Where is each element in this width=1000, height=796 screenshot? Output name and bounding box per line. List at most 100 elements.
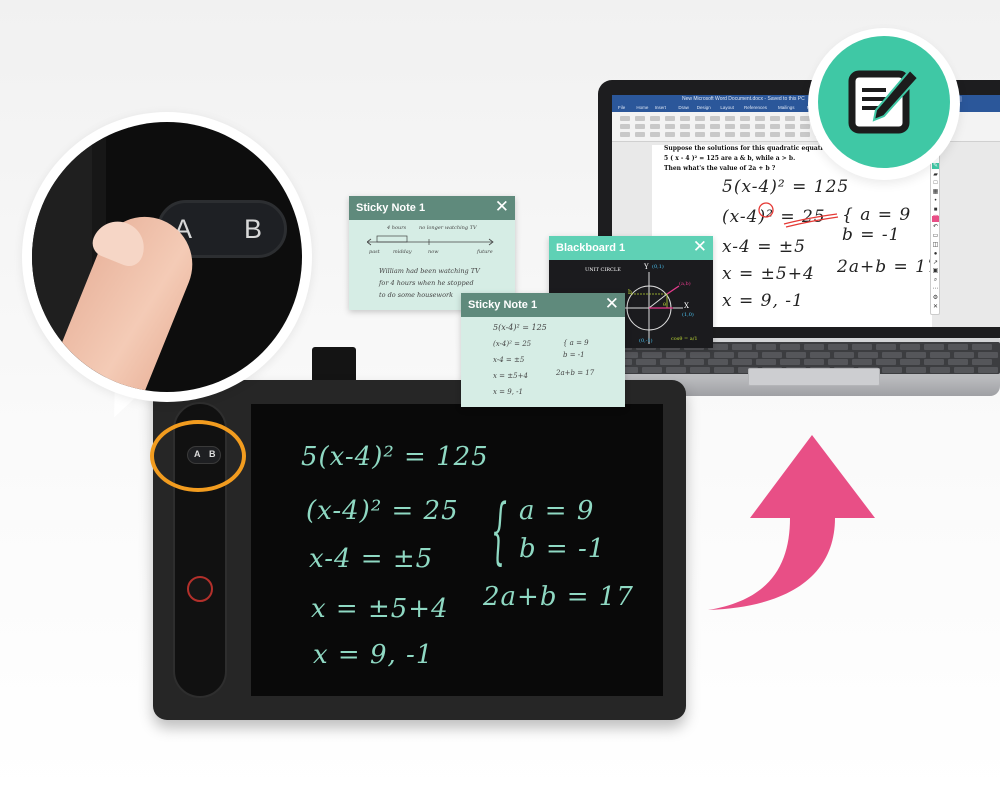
keyboard-key xyxy=(660,359,680,365)
keyboard-key xyxy=(732,359,752,365)
word-tab-home[interactable]: Home xyxy=(636,105,648,110)
ribbon-button[interactable] xyxy=(755,132,765,137)
tablet-screen[interactable]: 5(x-4)² = 125 (x-4)² = 25 x-4 = ±5 x = ±… xyxy=(251,404,663,696)
keyboard-key xyxy=(732,344,752,350)
ribbon-button[interactable] xyxy=(635,124,645,129)
keyboard-key xyxy=(906,366,926,373)
ribbon-button[interactable] xyxy=(650,132,660,137)
note-text-line: (x-4)² = 25 xyxy=(493,340,532,348)
user-icon[interactable]: ↗ xyxy=(932,260,939,266)
brace-icon: { xyxy=(491,488,508,572)
ribbon-button[interactable] xyxy=(755,116,765,121)
ribbon-button[interactable] xyxy=(740,124,750,129)
word-tab-file[interactable]: File xyxy=(618,105,625,110)
ribbon-button[interactable] xyxy=(680,124,690,129)
undo-icon[interactable]: ▭ xyxy=(932,233,939,239)
eraser-icon[interactable]: □ xyxy=(932,180,939,186)
question-line: Then what's the value of 2a + b ? xyxy=(664,165,776,172)
ribbon-button[interactable] xyxy=(620,116,630,121)
zoom-bubble: A B xyxy=(22,112,312,402)
screen-icon[interactable]: ◫ xyxy=(932,242,939,248)
point-label: (1,0) xyxy=(682,312,694,318)
grid-icon[interactable]: • xyxy=(932,198,939,204)
pointer-icon[interactable]: ▣ xyxy=(932,268,939,274)
tablet-ink-line: x = 9, -1 xyxy=(313,640,434,670)
rectangle-icon[interactable]: ▦ xyxy=(932,189,939,195)
ribbon-button[interactable] xyxy=(635,132,645,137)
word-tab-insert[interactable]: Insert xyxy=(655,105,666,110)
zoom-icon[interactable]: ⋯ xyxy=(932,286,939,292)
keyboard-key xyxy=(786,351,806,358)
ribbon-button[interactable] xyxy=(680,116,690,121)
highlighter-icon[interactable]: ▰ xyxy=(932,172,939,178)
whiteboard-icon[interactable]: ⌕ xyxy=(932,277,939,283)
keyboard-key xyxy=(636,359,656,365)
keyboard-key xyxy=(972,344,992,350)
close-icon[interactable]: ✕ xyxy=(693,238,707,256)
note-header[interactable]: Sticky Note 1 ✕ xyxy=(349,196,515,220)
ribbon-button[interactable] xyxy=(695,124,705,129)
ribbon-button[interactable] xyxy=(710,124,720,129)
ribbon-button[interactable] xyxy=(665,124,675,129)
ribbon-button[interactable] xyxy=(710,116,720,121)
ribbon-button[interactable] xyxy=(680,132,690,137)
ribbon-button[interactable] xyxy=(650,116,660,121)
pen-icon[interactable]: ✎ xyxy=(932,162,939,169)
ribbon-button[interactable] xyxy=(770,124,780,129)
ribbon-button[interactable] xyxy=(695,132,705,137)
note-header[interactable]: Sticky Note 1 ✕ xyxy=(461,293,625,317)
capture-icon[interactable]: ● xyxy=(932,251,939,257)
trash-icon[interactable]: ↶ xyxy=(932,224,939,230)
power-button[interactable] xyxy=(187,576,213,602)
keyboard-key xyxy=(804,359,824,365)
ribbon-button[interactable] xyxy=(695,116,705,121)
ribbon-button[interactable] xyxy=(725,124,735,129)
ribbon-button[interactable] xyxy=(635,116,645,121)
keyboard-key xyxy=(954,351,974,358)
ribbon-button[interactable] xyxy=(665,116,675,121)
ribbon-button[interactable] xyxy=(785,124,795,129)
word-tab-mailings[interactable]: Mailings xyxy=(778,105,795,110)
note-body[interactable]: 5(x-4)² = 125 (x-4)² = 25 x-4 = ±5 x = ±… xyxy=(461,317,625,407)
sticky-note-math[interactable]: Sticky Note 1 ✕ 5(x-4)² = 125 (x-4)² = 2… xyxy=(461,293,625,407)
keyboard-key xyxy=(690,366,710,373)
dots-icon[interactable]: ⚙ xyxy=(932,295,939,301)
note-header[interactable]: Blackboard 1 ✕ xyxy=(549,236,713,260)
color-swatch-icon[interactable]: 🗑 xyxy=(932,215,940,222)
doc-ink-line: x = ±5+4 xyxy=(722,264,815,284)
ribbon-button[interactable] xyxy=(620,124,630,129)
ribbon-button[interactable] xyxy=(785,132,795,137)
ribbon-button[interactable] xyxy=(785,116,795,121)
ribbon-button[interactable] xyxy=(755,124,765,129)
timeline-label: future xyxy=(477,249,493,255)
note-title: Sticky Note 1 xyxy=(356,202,426,214)
keyboard-key xyxy=(642,366,662,373)
close-icon[interactable]: ✕ xyxy=(495,198,509,216)
doc-ink-line: b = -1 xyxy=(842,225,901,245)
settings-icon[interactable]: ✕ xyxy=(932,304,939,310)
ribbon-button[interactable] xyxy=(710,132,720,137)
red-annotation xyxy=(758,202,839,228)
keyboard-key xyxy=(810,351,830,358)
ribbon-button[interactable] xyxy=(725,132,735,137)
ribbon-button[interactable] xyxy=(665,132,675,137)
ribbon-button[interactable] xyxy=(800,124,810,129)
keyboard-key xyxy=(900,359,920,365)
ribbon-button[interactable] xyxy=(620,132,630,137)
dot-icon[interactable]: ■ xyxy=(932,207,939,213)
ribbon-button[interactable] xyxy=(800,132,810,137)
word-tab-references[interactable]: References xyxy=(744,105,767,110)
ribbon-button[interactable] xyxy=(725,116,735,121)
timeline-label: 4 hours xyxy=(387,225,407,231)
word-tab-draw[interactable]: Draw xyxy=(678,105,689,110)
ribbon-button[interactable] xyxy=(740,116,750,121)
ribbon-button[interactable] xyxy=(740,132,750,137)
ribbon-button[interactable] xyxy=(770,132,780,137)
keyboard-key xyxy=(930,366,950,373)
ribbon-button[interactable] xyxy=(770,116,780,121)
close-icon[interactable]: ✕ xyxy=(605,295,619,313)
word-tab-layout[interactable]: Layout xyxy=(720,105,734,110)
word-tab-design[interactable]: Design xyxy=(697,105,711,110)
ribbon-button[interactable] xyxy=(650,124,660,129)
cos-formula: cosθ = a/1 xyxy=(671,336,698,342)
